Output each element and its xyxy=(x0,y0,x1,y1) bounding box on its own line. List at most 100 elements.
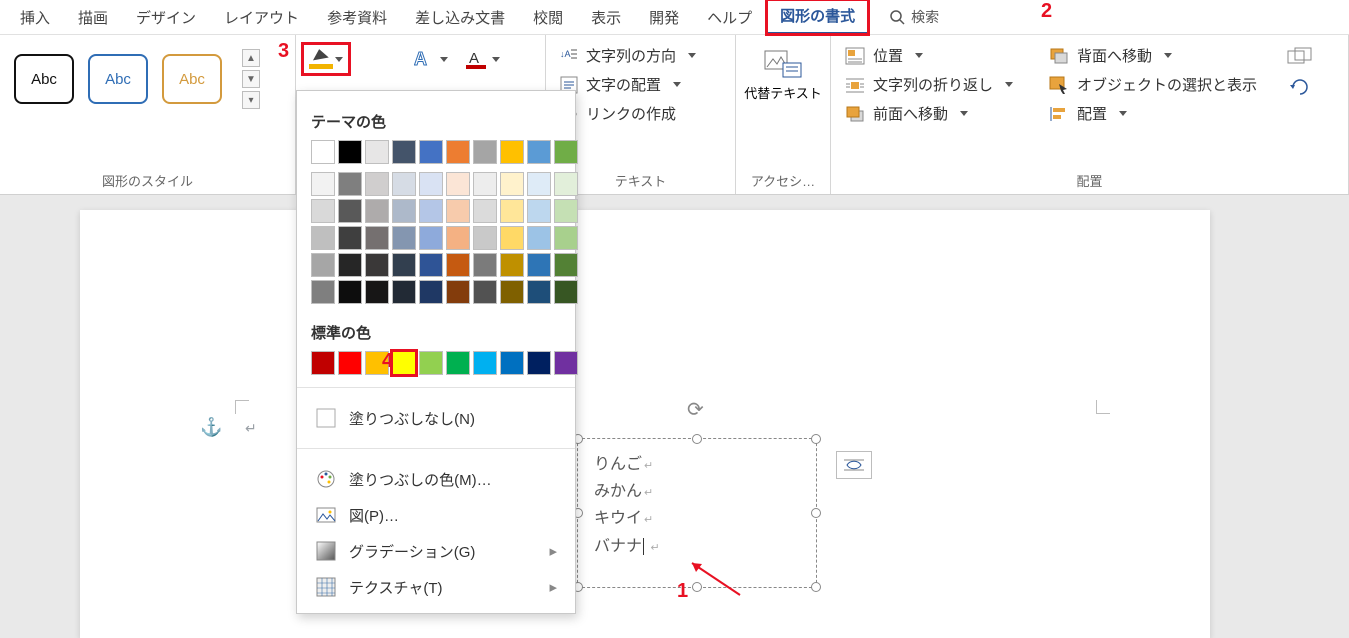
color-swatch[interactable] xyxy=(338,140,362,164)
tab-mailings[interactable]: 差し込み文書 xyxy=(401,1,519,34)
color-swatch[interactable] xyxy=(419,199,443,223)
color-swatch[interactable] xyxy=(500,226,524,250)
color-swatch[interactable] xyxy=(500,172,524,196)
resize-handle[interactable] xyxy=(811,434,821,444)
layout-options-button[interactable] xyxy=(836,451,872,479)
color-swatch[interactable] xyxy=(365,253,389,277)
color-swatch[interactable] xyxy=(473,140,497,164)
alt-text-button[interactable]: 代替テキスト xyxy=(744,41,822,167)
resize-handle[interactable] xyxy=(692,434,702,444)
tab-review[interactable]: 校閲 xyxy=(519,1,577,34)
color-swatch[interactable] xyxy=(500,140,524,164)
text-wrap-button[interactable]: 文字列の折り返し xyxy=(839,70,1019,99)
color-swatch[interactable] xyxy=(419,140,443,164)
tab-design[interactable]: デザイン xyxy=(122,1,210,34)
color-swatch[interactable] xyxy=(365,280,389,304)
position-button[interactable]: 位置 xyxy=(839,41,1019,70)
color-swatch[interactable] xyxy=(392,253,416,277)
color-swatch[interactable] xyxy=(527,226,551,250)
font-color-button[interactable]: A xyxy=(466,49,500,69)
send-backward-button[interactable]: 背面へ移動 xyxy=(1043,41,1263,70)
color-swatch[interactable] xyxy=(392,226,416,250)
tab-help[interactable]: ヘルプ xyxy=(693,1,766,34)
gradient-fill-option[interactable]: グラデーション(G) ▸ xyxy=(311,533,561,569)
page[interactable]: ⚓ ↵ ⟳ りんご↵ みかん↵ キウイ↵ バナナ ↵ xyxy=(80,210,1210,638)
rotate-handle-icon[interactable]: ⟳ xyxy=(687,397,704,422)
tab-developer[interactable]: 開発 xyxy=(635,1,693,34)
text-direction-button[interactable]: ↓A 文字列の方向 xyxy=(554,41,727,70)
create-link-button[interactable]: リンクの作成 xyxy=(554,99,727,128)
color-swatch[interactable] xyxy=(473,199,497,223)
tab-references[interactable]: 参考資料 xyxy=(313,1,401,34)
color-swatch[interactable] xyxy=(527,199,551,223)
texture-fill-option[interactable]: テクスチャ(T) ▸ xyxy=(311,569,561,605)
selection-pane-button[interactable]: オブジェクトの選択と表示 xyxy=(1043,70,1263,99)
color-swatch[interactable] xyxy=(500,253,524,277)
color-swatch[interactable] xyxy=(446,140,470,164)
color-swatch[interactable] xyxy=(554,199,578,223)
tab-insert[interactable]: 挿入 xyxy=(6,1,64,34)
group-objects-icon[interactable] xyxy=(1287,47,1313,69)
no-fill-option[interactable]: 塗りつぶしなし(N) xyxy=(311,400,561,436)
more-fill-colors-option[interactable]: 塗りつぶしの色(M)… xyxy=(311,461,561,497)
color-swatch[interactable] xyxy=(392,140,416,164)
bring-forward-button[interactable]: 前面へ移動 xyxy=(839,99,1019,128)
color-swatch[interactable] xyxy=(554,140,578,164)
color-swatch[interactable] xyxy=(527,253,551,277)
color-swatch[interactable] xyxy=(500,280,524,304)
tab-view[interactable]: 表示 xyxy=(577,1,635,34)
color-swatch[interactable] xyxy=(392,199,416,223)
color-swatch[interactable] xyxy=(365,172,389,196)
color-swatch[interactable] xyxy=(419,280,443,304)
shape-style-preset-3[interactable]: Abc xyxy=(162,54,222,104)
color-swatch[interactable] xyxy=(554,280,578,304)
color-swatch[interactable] xyxy=(473,351,497,375)
color-swatch[interactable] xyxy=(527,280,551,304)
color-swatch[interactable] xyxy=(473,226,497,250)
shape-style-preset-2[interactable]: Abc xyxy=(88,54,148,104)
color-swatch[interactable] xyxy=(500,199,524,223)
color-swatch[interactable] xyxy=(527,140,551,164)
color-swatch[interactable] xyxy=(311,226,335,250)
color-swatch[interactable] xyxy=(446,280,470,304)
color-swatch[interactable] xyxy=(419,253,443,277)
style-gallery-expand-icon[interactable]: ▾ xyxy=(242,91,260,109)
tab-layout[interactable]: レイアウト xyxy=(210,1,313,34)
rotate-icon[interactable] xyxy=(1287,75,1313,97)
color-swatch[interactable] xyxy=(338,199,362,223)
color-swatch[interactable] xyxy=(527,172,551,196)
color-swatch[interactable] xyxy=(338,172,362,196)
color-swatch[interactable] xyxy=(473,280,497,304)
picture-fill-option[interactable]: 図(P)… xyxy=(311,497,561,533)
color-swatch[interactable] xyxy=(527,351,551,375)
color-swatch[interactable] xyxy=(419,351,443,375)
color-swatch[interactable] xyxy=(392,280,416,304)
color-swatch[interactable] xyxy=(311,280,335,304)
color-swatch[interactable] xyxy=(365,140,389,164)
color-swatch[interactable] xyxy=(419,226,443,250)
color-swatch[interactable] xyxy=(446,172,470,196)
color-swatch[interactable] xyxy=(338,226,362,250)
color-swatch[interactable] xyxy=(338,253,362,277)
color-swatch[interactable] xyxy=(446,253,470,277)
text-align-button[interactable]: 文字の配置 xyxy=(554,70,727,99)
color-swatch[interactable] xyxy=(311,199,335,223)
color-swatch[interactable] xyxy=(473,172,497,196)
style-scroll-up-icon[interactable]: ▲ xyxy=(242,49,260,67)
text-effects-button[interactable]: A xyxy=(414,49,448,69)
color-swatch[interactable] xyxy=(554,253,578,277)
resize-handle[interactable] xyxy=(811,582,821,592)
tab-shape-format[interactable]: 図形の書式 xyxy=(766,0,869,35)
color-swatch[interactable] xyxy=(554,226,578,250)
color-swatch[interactable] xyxy=(338,280,362,304)
resize-handle[interactable] xyxy=(811,508,821,518)
color-swatch[interactable] xyxy=(365,199,389,223)
color-swatch[interactable] xyxy=(500,351,524,375)
color-swatch[interactable] xyxy=(392,351,416,375)
color-swatch[interactable] xyxy=(365,226,389,250)
color-swatch[interactable] xyxy=(473,253,497,277)
align-button[interactable]: 配置 xyxy=(1043,99,1263,128)
shape-fill-button[interactable] xyxy=(304,45,348,73)
color-swatch[interactable] xyxy=(338,351,362,375)
color-swatch[interactable] xyxy=(446,199,470,223)
